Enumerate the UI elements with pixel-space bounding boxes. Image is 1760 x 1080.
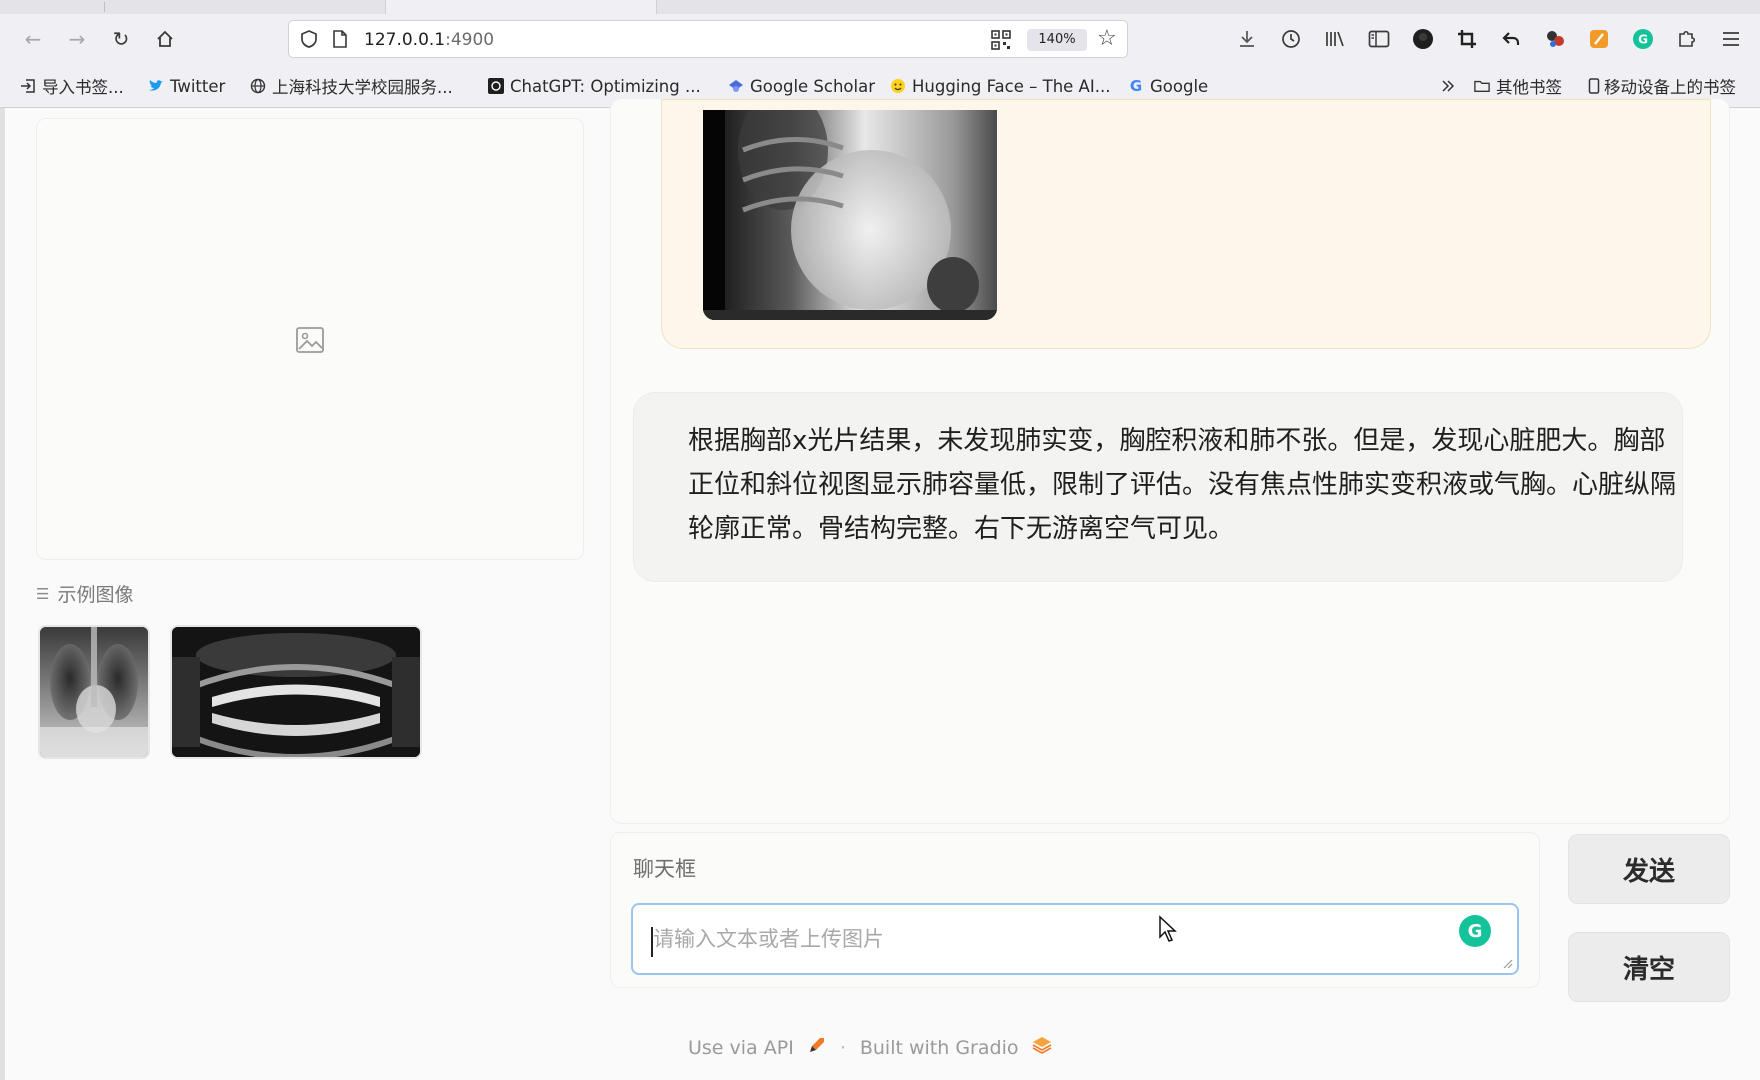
menu-icon[interactable] [1718, 26, 1744, 52]
bot-message-text: 根据胸部x光片结果，未发现肺实变，胸腔积液和肺不张。但是，发现心脏肥大。胸部正位… [688, 426, 1677, 544]
import-icon [20, 78, 36, 94]
bookmark-label: 上海科技大学校园服务... [272, 78, 453, 97]
bookmark-import[interactable]: 导入书签... [20, 74, 124, 98]
undo-arrow-icon[interactable] [1498, 26, 1524, 52]
twitter-icon [148, 78, 164, 94]
bookmark-chatgpt[interactable]: ChatGPT: Optimizing ... [488, 74, 701, 98]
bookmarks-overflow-icon[interactable] [1440, 74, 1456, 98]
examples-header: ☰ 示例图像 [36, 580, 133, 607]
shield-icon[interactable] [299, 29, 319, 49]
grammarly-badge-icon[interactable]: G [1459, 915, 1491, 947]
clear-button[interactable]: 清空 [1568, 932, 1730, 1002]
footer-separator: · [839, 1036, 846, 1059]
url-host: 127.0.0.1 [364, 30, 446, 50]
example-chest-xray[interactable] [38, 625, 150, 759]
bookmark-google-scholar[interactable]: Google Scholar [728, 74, 875, 98]
example-dental-panoramic[interactable] [170, 625, 422, 759]
extensions-puzzle-icon[interactable] [1674, 26, 1700, 52]
bot-message-bubble: 根据胸部x光片结果，未发现肺实变，胸腔积液和肺不张。但是，发现心脏肥大。胸部正位… [633, 392, 1683, 582]
mobile-device-icon [1586, 78, 1602, 94]
sidebar-toggle-icon[interactable] [1366, 26, 1392, 52]
send-button[interactable]: 发送 [1568, 834, 1730, 904]
built-with-gradio-link[interactable]: Built with Gradio [860, 1037, 1019, 1059]
mouse-cursor-icon [1159, 915, 1177, 942]
folder-icon [1474, 78, 1490, 94]
gradio-app: ☰ 示例图像 根据胸部x光片结果，未发现肺实变，胸腔积液和肺不张。但是，发现心脏… [0, 98, 1760, 1080]
crop-icon[interactable] [1454, 26, 1480, 52]
zoom-level[interactable]: 140% [1027, 29, 1087, 51]
url-port: :4900 [445, 30, 495, 50]
globe-icon [250, 78, 266, 94]
bookmark-shanghaitech[interactable]: 上海科技大学校园服务... [250, 74, 453, 98]
download-icon[interactable] [1234, 26, 1260, 52]
gradio-logo-icon [1032, 1036, 1052, 1059]
extension-colorful-icon[interactable] [1542, 26, 1568, 52]
bookmark-label: Hugging Face – The AI... [912, 76, 1111, 96]
resize-handle-icon[interactable] [1503, 959, 1513, 969]
bookmark-label: Google [1150, 76, 1209, 96]
user-message-bubble [661, 99, 1711, 349]
tab-separator [104, 2, 105, 12]
extension-orange-icon[interactable] [1586, 26, 1612, 52]
huggingface-icon [890, 78, 906, 94]
bookmark-label: 导入书签... [42, 78, 124, 97]
page-footer: Use via API · Built with Gradio [688, 1036, 1052, 1059]
bookmark-label: 移动设备上的书签 [1604, 78, 1736, 97]
page-icon [333, 30, 347, 48]
bookmark-other[interactable]: 其他书签 [1474, 74, 1562, 98]
bookmark-twitter[interactable]: Twitter [148, 74, 225, 98]
history-icon[interactable] [1278, 26, 1304, 52]
bookmark-google[interactable]: G Google [1128, 74, 1208, 98]
chatgpt-icon [488, 78, 504, 94]
url-bar[interactable]: 127.0.0.1:4900 140% ☆ [288, 20, 1128, 58]
bookmark-label: 其他书签 [1496, 78, 1562, 97]
examples-title: 示例图像 [57, 584, 134, 606]
tab-strip [0, 0, 1760, 14]
grammarly-icon[interactable]: G [1630, 26, 1656, 52]
bookmark-label: ChatGPT: Optimizing ... [510, 76, 701, 96]
forward-icon[interactable]: → [62, 24, 92, 54]
bookmark-star-icon[interactable]: ☆ [1097, 26, 1117, 51]
user-uploaded-xray-image[interactable] [703, 110, 997, 320]
browser-chrome: ← → ↻ 127.0.0.1:4900 140% ☆ G 导入书签... Tw… [0, 0, 1760, 108]
home-icon[interactable] [150, 24, 180, 54]
library-icon[interactable] [1322, 26, 1348, 52]
use-via-api-link[interactable]: Use via API [688, 1037, 794, 1059]
active-tab[interactable] [385, 0, 657, 14]
page-left-edge [0, 108, 5, 1080]
qr-code-icon[interactable] [991, 30, 1011, 50]
chat-input-field[interactable]: 请输入文本或者上传图片 G [631, 903, 1519, 975]
bookmark-label: Google Scholar [750, 76, 876, 96]
bookmark-mobile[interactable]: 移动设备上的书签 [1586, 74, 1736, 98]
chat-input-panel: 聊天框 请输入文本或者上传图片 G [610, 832, 1540, 988]
scholar-icon [728, 78, 744, 94]
google-icon: G [1129, 77, 1143, 95]
bookmark-hugging-face[interactable]: Hugging Face – The AI... [890, 74, 1110, 98]
image-upload-area[interactable] [36, 118, 584, 560]
url-text[interactable]: 127.0.0.1:4900 [364, 30, 494, 50]
back-icon[interactable]: ← [18, 24, 48, 54]
chat-input-label: 聊天框 [633, 857, 696, 881]
extension-dark-icon[interactable] [1410, 26, 1436, 52]
list-icon: ☰ [36, 584, 50, 603]
chatbot-panel: 根据胸部x光片结果，未发现肺实变，胸腔积液和肺不张。但是，发现心脏肥大。胸部正位… [610, 98, 1730, 824]
bookmark-label: Twitter [170, 76, 226, 96]
chat-input-placeholder: 请输入文本或者上传图片 [653, 927, 884, 951]
image-placeholder-icon [296, 327, 324, 353]
reload-icon[interactable]: ↻ [106, 24, 136, 54]
svg-text:G: G [1638, 33, 1648, 47]
rocket-icon [808, 1036, 826, 1059]
